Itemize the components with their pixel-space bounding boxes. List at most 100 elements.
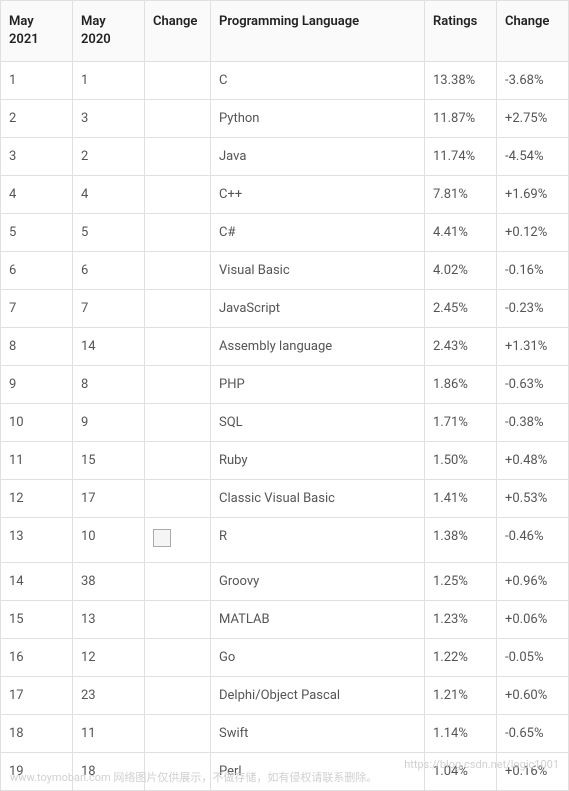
cell-may-2020: 13 — [73, 601, 145, 639]
index-table: May 2021 May 2020 Change Programming Lan… — [0, 0, 569, 791]
cell-may-2020: 38 — [73, 563, 145, 601]
table-row: 66Visual Basic4.02%-0.16% — [1, 252, 569, 290]
table-row: 1310R1.38%-0.46% — [1, 518, 569, 563]
cell-change-rank — [145, 252, 211, 290]
table-row: 1217Classic Visual Basic1.41%+0.53% — [1, 480, 569, 518]
cell-change-percent: -0.63% — [497, 366, 569, 404]
cell-change-percent: -0.46% — [497, 518, 569, 563]
cell-may-2020: 6 — [73, 252, 145, 290]
cell-language: JavaScript — [211, 290, 425, 328]
cell-language: Visual Basic — [211, 252, 425, 290]
cell-ratings: 4.02% — [425, 252, 497, 290]
cell-may-2020: 23 — [73, 677, 145, 715]
cell-ratings: 1.25% — [425, 563, 497, 601]
cell-change-rank — [145, 601, 211, 639]
cell-ratings: 7.81% — [425, 176, 497, 214]
header-programming-language: Programming Language — [211, 1, 425, 62]
cell-change-rank — [145, 639, 211, 677]
cell-may-2021: 13 — [1, 518, 73, 563]
cell-may-2021: 4 — [1, 176, 73, 214]
table-row: 109 SQL1.71%-0.38% — [1, 404, 569, 442]
cell-change-percent: +0.16% — [497, 753, 569, 791]
cell-may-2021: 16 — [1, 639, 73, 677]
cell-change-rank — [145, 176, 211, 214]
cell-language: Ruby — [211, 442, 425, 480]
cell-may-2020: 2 — [73, 138, 145, 176]
cell-change-rank — [145, 404, 211, 442]
cell-language: Go — [211, 639, 425, 677]
cell-ratings: 2.43% — [425, 328, 497, 366]
table-row: 1723Delphi/Object Pascal1.21%+0.60% — [1, 677, 569, 715]
table-row: 11C13.38%-3.68% — [1, 62, 569, 100]
cell-language: Groovy — [211, 563, 425, 601]
cell-language: Swift — [211, 715, 425, 753]
cell-may-2020: 17 — [73, 480, 145, 518]
cell-language: C — [211, 62, 425, 100]
cell-change-percent: +1.69% — [497, 176, 569, 214]
header-change-percent: Change — [497, 1, 569, 62]
header-may-2020: May 2020 — [73, 1, 145, 62]
cell-language: SQL — [211, 404, 425, 442]
cell-change-percent: +0.06% — [497, 601, 569, 639]
cell-change-rank — [145, 518, 211, 563]
table-row: 77JavaScript2.45%-0.23% — [1, 290, 569, 328]
cell-may-2021: 19 — [1, 753, 73, 791]
cell-ratings: 11.74% — [425, 138, 497, 176]
table-row: 1438 Groovy1.25%+0.96% — [1, 563, 569, 601]
cell-language: PHP — [211, 366, 425, 404]
cell-change-percent: -4.54% — [497, 138, 569, 176]
cell-change-percent: +2.75% — [497, 100, 569, 138]
cell-may-2020: 8 — [73, 366, 145, 404]
cell-may-2021: 11 — [1, 442, 73, 480]
cell-ratings: 2.45% — [425, 290, 497, 328]
cell-change-rank — [145, 480, 211, 518]
table-row: 814Assembly language2.43%+1.31% — [1, 328, 569, 366]
cell-change-rank — [145, 366, 211, 404]
cell-ratings: 1.23% — [425, 601, 497, 639]
cell-ratings: 13.38% — [425, 62, 497, 100]
cell-change-rank — [145, 62, 211, 100]
cell-ratings: 1.86% — [425, 366, 497, 404]
table-row: 1612Go1.22%-0.05% — [1, 639, 569, 677]
cell-language: Java — [211, 138, 425, 176]
cell-language: C# — [211, 214, 425, 252]
cell-change-rank — [145, 138, 211, 176]
table-header-row: May 2021 May 2020 Change Programming Lan… — [1, 1, 569, 62]
cell-may-2021: 14 — [1, 563, 73, 601]
cell-language: Classic Visual Basic — [211, 480, 425, 518]
cell-may-2020: 11 — [73, 715, 145, 753]
cell-language: MATLAB — [211, 601, 425, 639]
table-row: 1115Ruby1.50%+0.48% — [1, 442, 569, 480]
cell-may-2021: 7 — [1, 290, 73, 328]
cell-change-rank — [145, 100, 211, 138]
cell-language: Assembly language — [211, 328, 425, 366]
placeholder-icon — [153, 529, 171, 547]
cell-change-percent: -0.38% — [497, 404, 569, 442]
cell-may-2021: 3 — [1, 138, 73, 176]
header-change-rank: Change — [145, 1, 211, 62]
cell-ratings: 1.41% — [425, 480, 497, 518]
cell-may-2020: 18 — [73, 753, 145, 791]
cell-ratings: 11.87% — [425, 100, 497, 138]
cell-change-percent: +0.53% — [497, 480, 569, 518]
cell-change-percent: +0.96% — [497, 563, 569, 601]
cell-change-rank — [145, 442, 211, 480]
table-row: 1918Perl1.04%+0.16% — [1, 753, 569, 791]
header-may-2021: May 2021 — [1, 1, 73, 62]
cell-may-2020: 3 — [73, 100, 145, 138]
cell-may-2021: 1 — [1, 62, 73, 100]
table-row: 55C#4.41%+0.12% — [1, 214, 569, 252]
cell-ratings: 1.04% — [425, 753, 497, 791]
cell-ratings: 1.71% — [425, 404, 497, 442]
cell-change-percent: -0.05% — [497, 639, 569, 677]
cell-may-2020: 15 — [73, 442, 145, 480]
cell-may-2020: 7 — [73, 290, 145, 328]
cell-language: C++ — [211, 176, 425, 214]
cell-may-2020: 9 — [73, 404, 145, 442]
cell-change-percent: -3.68% — [497, 62, 569, 100]
cell-change-rank — [145, 328, 211, 366]
cell-change-percent: +0.12% — [497, 214, 569, 252]
table-row: 23Python11.87%+2.75% — [1, 100, 569, 138]
cell-change-rank — [145, 753, 211, 791]
cell-may-2021: 10 — [1, 404, 73, 442]
